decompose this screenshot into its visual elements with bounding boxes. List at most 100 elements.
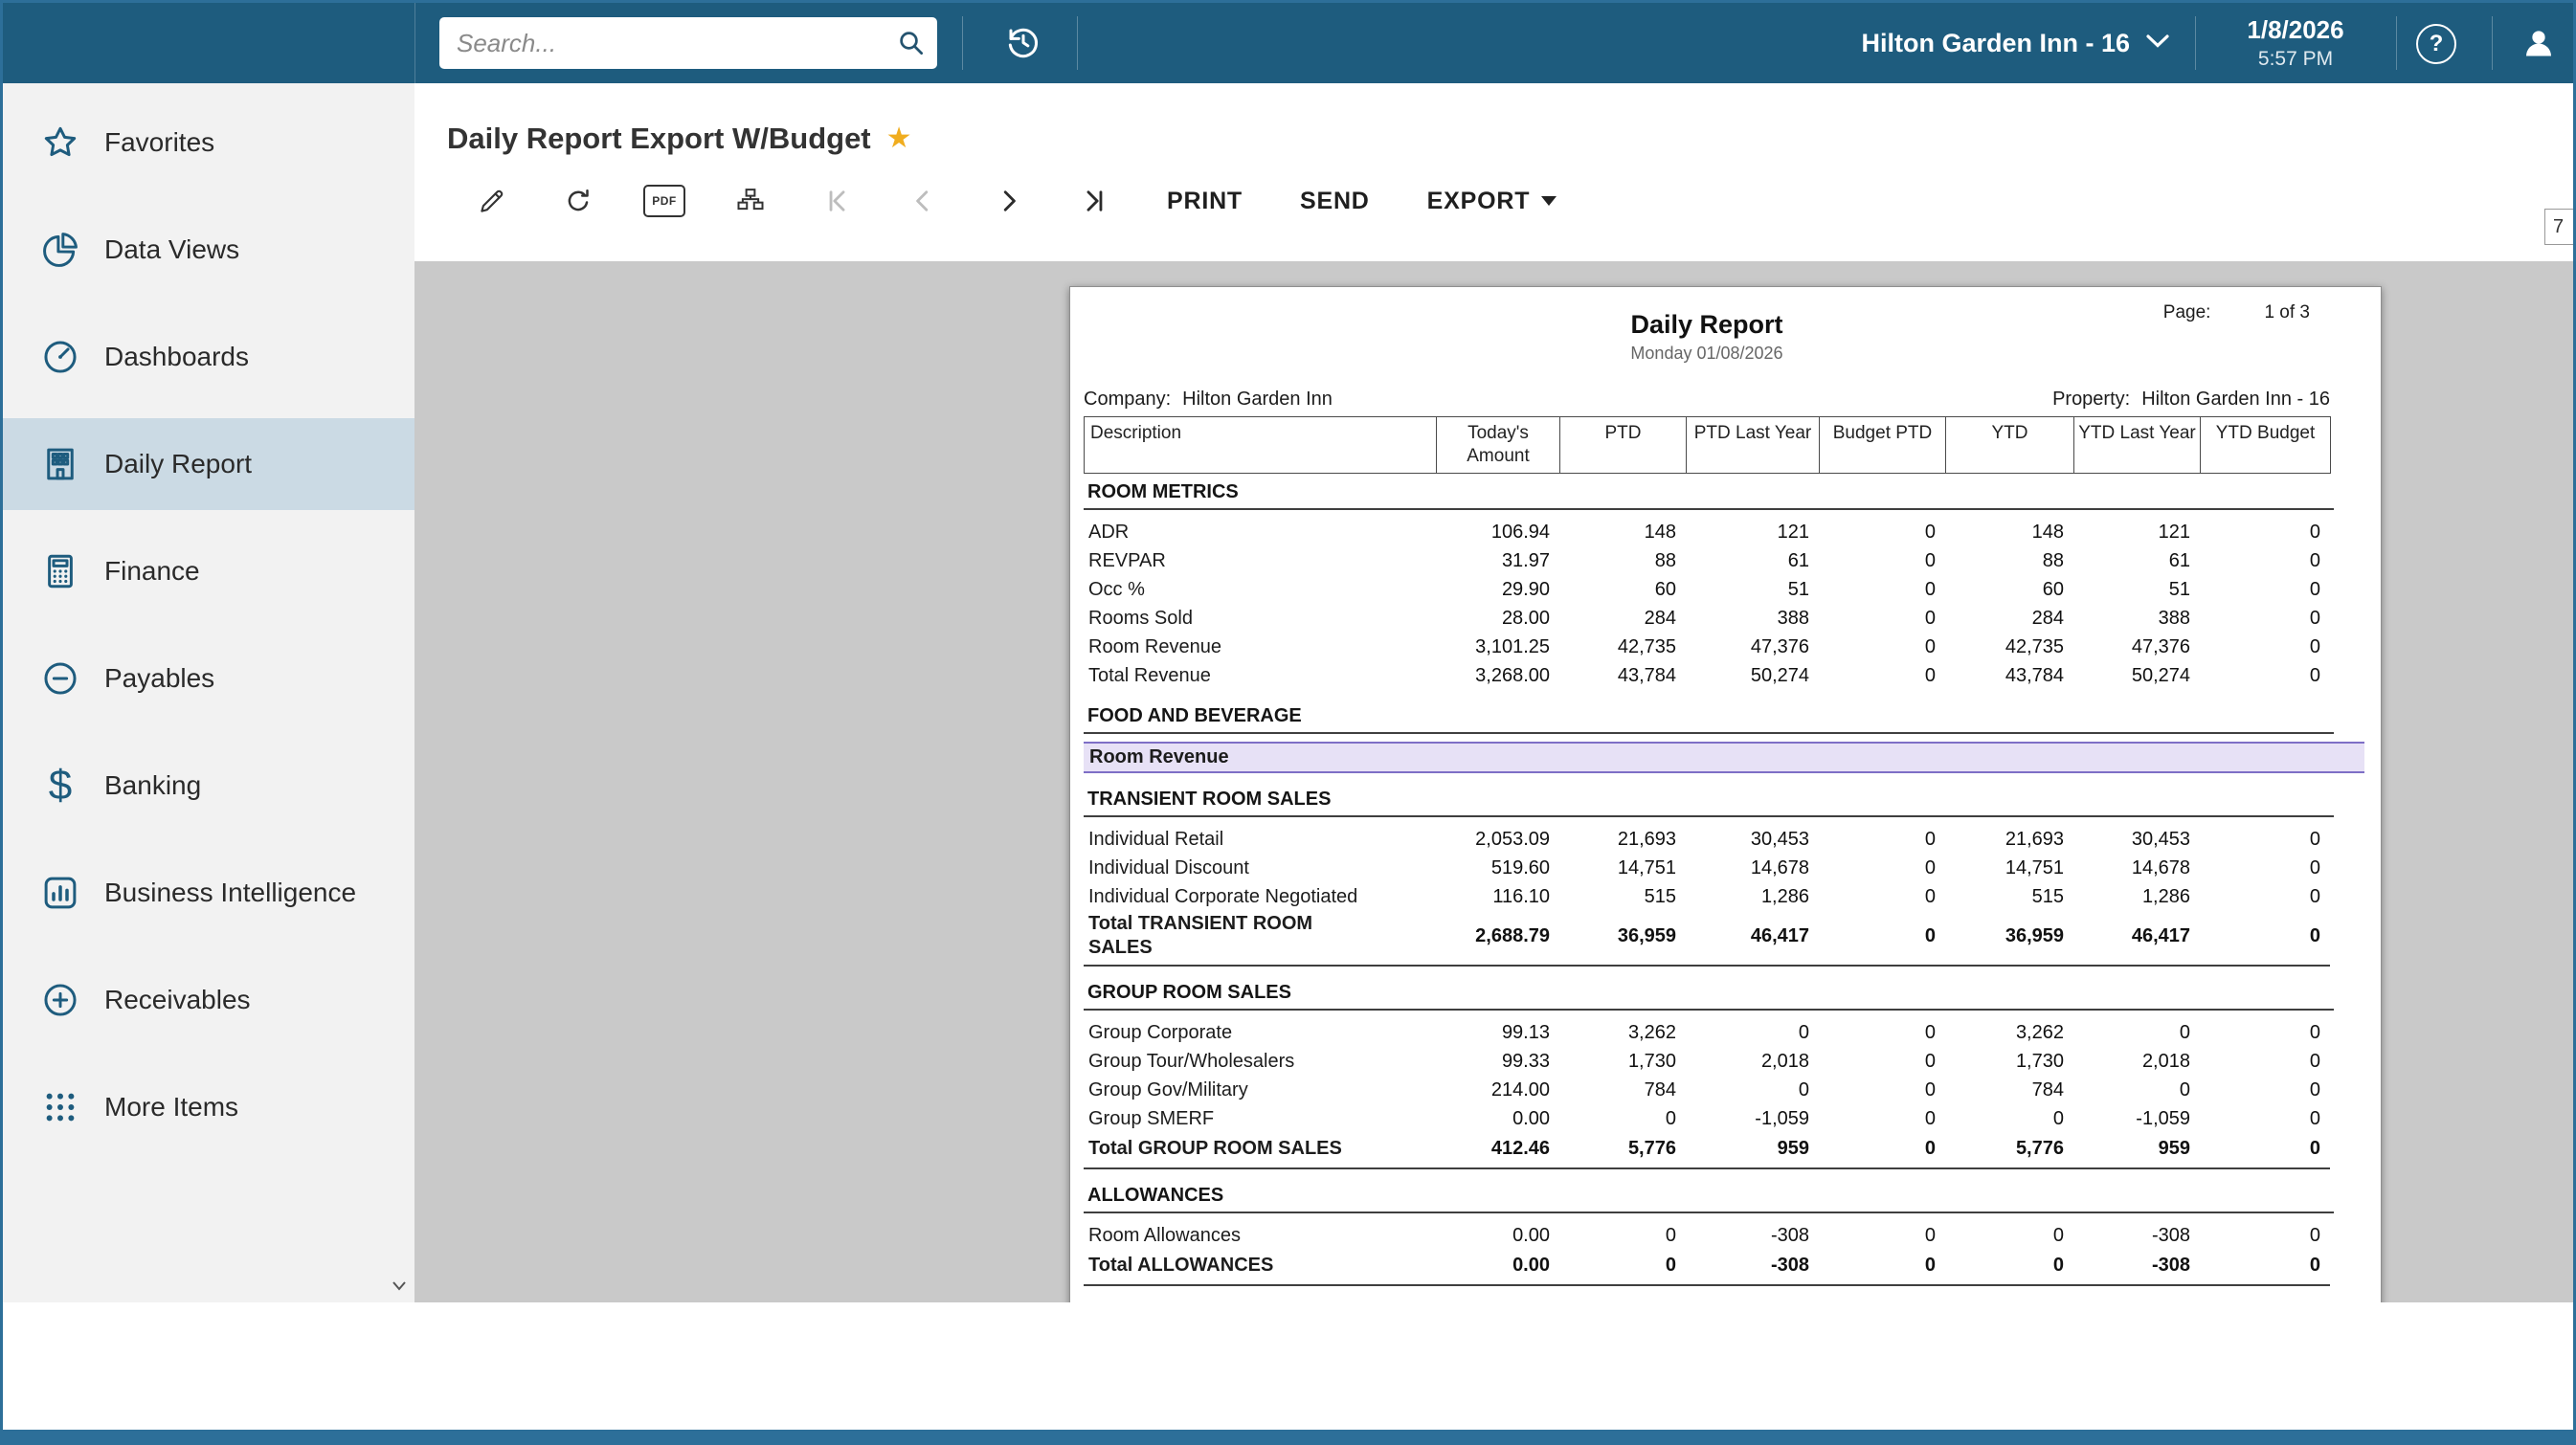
- history-icon: [1004, 23, 1042, 64]
- help-button[interactable]: ?: [2416, 24, 2456, 64]
- cell-value: 0: [2052, 1254, 2064, 1276]
- cell-value: 43,784: [1617, 664, 1676, 686]
- send-button[interactable]: SEND: [1271, 188, 1399, 215]
- report-page: Page: 1 of 3 Daily Report Monday 01/08/2…: [1069, 286, 2382, 1302]
- table-row: REVPAR 31.97 88 61 0 88 61 0: [1084, 546, 2330, 575]
- cell-value: 0: [1924, 1050, 1936, 1072]
- hierarchy-icon: [736, 187, 765, 215]
- sidebar-item-business-intelligence[interactable]: Business Intelligence: [3, 847, 414, 939]
- cell-value: 30,453: [1750, 828, 1809, 850]
- cell-value: 0: [1924, 521, 1936, 543]
- cell-value: -1,059: [1755, 1107, 1809, 1129]
- cell-value: 0: [1665, 1254, 1676, 1276]
- cell-value: 0: [2052, 1107, 2064, 1129]
- sidebar-scroll-down-icon[interactable]: [392, 1279, 407, 1297]
- next-page-button[interactable]: [966, 189, 1052, 213]
- cell-value: 36,959: [1617, 924, 1676, 946]
- cell-value: 5,776: [1627, 1137, 1676, 1159]
- cell-value: 1,730: [1627, 1050, 1676, 1072]
- refresh-button[interactable]: [535, 187, 621, 215]
- previous-page-button[interactable]: [880, 189, 966, 213]
- search-icon[interactable]: [897, 29, 926, 57]
- first-page-button[interactable]: [794, 189, 880, 213]
- cell-value: 0: [1924, 924, 1936, 946]
- cell-value: 0: [2052, 1224, 2064, 1246]
- page-number: Page: 1 of 3: [2163, 302, 2310, 323]
- cell-value: 0: [2309, 856, 2320, 878]
- topbar-divider: [962, 16, 963, 70]
- cell-value: 0: [2309, 1137, 2320, 1159]
- table-row: Individual Corporate Negotiated 116.10 515…: [1084, 882, 2330, 911]
- sidebar-item-label: Banking: [104, 770, 202, 800]
- export-menu-button[interactable]: EXPORT: [1399, 188, 1586, 215]
- cell-value: 0: [2309, 578, 2320, 600]
- highlighted-row[interactable]: Room Revenue: [1084, 742, 2364, 773]
- toolbar-overflow-box[interactable]: 7: [2544, 209, 2573, 245]
- sidebar-item-label: Payables: [104, 663, 215, 693]
- row-label: Individual Retail: [1088, 828, 1224, 850]
- dollar-icon: $: [48, 762, 73, 809]
- property-pair: Property: Hilton Garden Inn - 16: [2052, 389, 2330, 411]
- cell-value: 0: [1798, 1021, 1809, 1043]
- cell-value: 47,376: [2131, 635, 2190, 657]
- table-row: Room Revenue 3,101.25 42,735 47,376 0 42,735 4…: [1084, 633, 2330, 661]
- pdf-export-button[interactable]: PDF: [621, 185, 707, 217]
- cell-value: 61: [1787, 549, 1809, 571]
- row-label: Total TRANSIENT ROOM SALES: [1088, 913, 1313, 958]
- property-selector-label: Hilton Garden Inn - 16: [1861, 28, 2130, 57]
- cell-value: 14,678: [1750, 856, 1809, 878]
- cell-value: 14,751: [2005, 856, 2064, 878]
- cell-value: 31.97: [1501, 549, 1550, 571]
- sidebar-item-payables[interactable]: Payables: [3, 633, 414, 724]
- report-date: Monday 01/08/2026: [1630, 344, 1783, 363]
- hierarchy-button[interactable]: [707, 187, 794, 215]
- row-label: Room Revenue: [1088, 635, 1221, 657]
- user-icon: [2520, 25, 2557, 64]
- sidebar-item-data-views[interactable]: Data Views: [3, 204, 414, 296]
- sidebar-item-receivables[interactable]: Receivables: [3, 954, 414, 1046]
- sidebar-item-dashboards[interactable]: Dashboards: [3, 311, 414, 403]
- cell-value: 3,262: [2015, 1021, 2064, 1043]
- search-input[interactable]: [439, 17, 937, 69]
- cell-value: 0: [1924, 885, 1936, 907]
- cell-value: 51: [1787, 578, 1809, 600]
- cell-value: 3,262: [1627, 1021, 1676, 1043]
- print-button[interactable]: PRINT: [1138, 188, 1271, 215]
- gauge-icon: [35, 337, 85, 377]
- cell-value: 2,018: [2141, 1050, 2190, 1072]
- table-row: Individual Discount 519.60 14,751 14,678 0 14…: [1084, 854, 2330, 882]
- sidebar-item-finance[interactable]: Finance: [3, 525, 414, 617]
- cell-value: 0.00: [1512, 1254, 1550, 1276]
- last-page-button[interactable]: [1052, 189, 1138, 213]
- cell-value: 1,286: [1760, 885, 1809, 907]
- sidebar-item-favorites[interactable]: Favorites: [3, 97, 414, 189]
- time-text: 5:57 PM: [2257, 48, 2334, 70]
- cell-value: 50,274: [1750, 664, 1809, 686]
- cell-value: 0: [2309, 885, 2320, 907]
- sidebar-item-banking[interactable]: $ Banking: [3, 740, 414, 832]
- row-label: Total GROUP ROOM SALES: [1088, 1137, 1342, 1159]
- section-header: TRANSIENT ROOM SALES: [1084, 787, 2334, 817]
- cell-value: 99.13: [1501, 1021, 1550, 1043]
- table-row: Group Tour/Wholesalers 99.33 1,730 2,018 0 1,…: [1084, 1047, 2330, 1076]
- cell-value: 60: [2042, 578, 2064, 600]
- cell-value: 959: [1777, 1137, 1809, 1159]
- column-header: Today's Amount: [1437, 416, 1560, 474]
- history-button[interactable]: [993, 14, 1054, 72]
- edit-button[interactable]: [449, 187, 535, 215]
- sidebar-item-more-items[interactable]: More Items: [3, 1061, 414, 1153]
- cell-value: 0: [2309, 1254, 2320, 1276]
- row-label: Occ %: [1088, 578, 1145, 600]
- user-menu-button[interactable]: [2515, 22, 2563, 66]
- favorite-star-icon[interactable]: ★: [886, 124, 912, 153]
- row-label: Individual Discount: [1088, 856, 1249, 878]
- cell-value: 0: [2309, 521, 2320, 543]
- table-row: Individual Retail 2,053.09 21,693 30,453 0 21…: [1084, 825, 2330, 854]
- cell-value: 388: [2158, 607, 2190, 629]
- sidebar-item-label: Receivables: [104, 985, 251, 1014]
- cell-value: 0: [1924, 1137, 1936, 1159]
- property-selector[interactable]: Hilton Garden Inn - 16: [1861, 3, 2170, 83]
- cell-value: 121: [1777, 521, 1809, 543]
- sidebar-item-daily-report[interactable]: Daily Report: [3, 418, 414, 510]
- cell-value: 42,735: [2005, 635, 2064, 657]
